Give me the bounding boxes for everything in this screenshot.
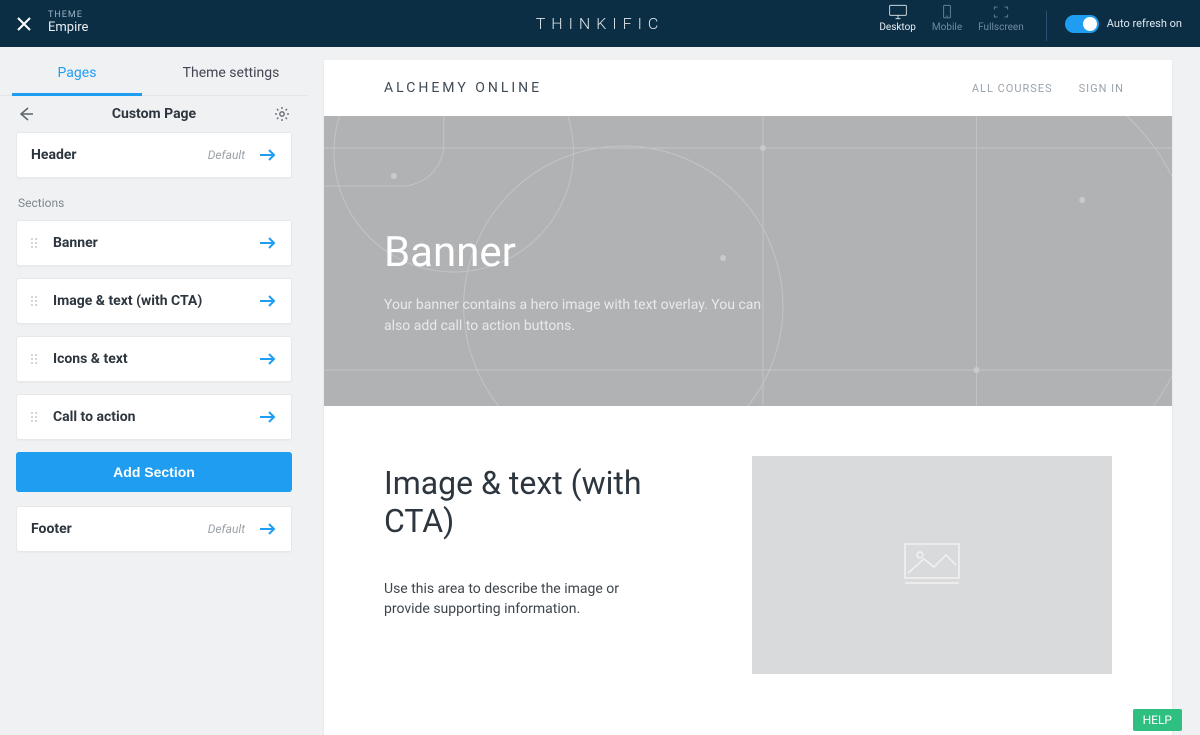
image-text-title: Image & text (with CTA): [384, 464, 712, 540]
footer-card-tag: Default: [208, 522, 245, 536]
page-title: Custom Page: [38, 106, 270, 122]
panel-body: Header Default Sections Banner Image & t…: [0, 132, 308, 568]
arrow-right-icon: [259, 294, 277, 308]
nav-sign-in[interactable]: SIGN IN: [1079, 82, 1124, 95]
tab-pages[interactable]: Pages: [0, 47, 154, 95]
header-card[interactable]: Header Default: [16, 132, 292, 178]
arrow-right-icon: [259, 410, 277, 424]
section-image-text-cta[interactable]: Image & text (with CTA): [16, 278, 292, 324]
device-desktop[interactable]: Desktop: [879, 4, 916, 33]
brand-logo: THINKIFIC: [536, 14, 665, 33]
drag-handle-icon[interactable]: [31, 296, 43, 306]
header-card-title: Header: [31, 147, 198, 163]
preview-site-name: ALCHEMY ONLINE: [384, 80, 542, 96]
arrow-right-icon: [259, 148, 277, 162]
section-icons-text[interactable]: Icons & text: [16, 336, 292, 382]
section-title: Icons & text: [53, 351, 249, 367]
device-desktop-label: Desktop: [879, 22, 916, 33]
gear-icon: [274, 106, 290, 122]
section-title: Image & text (with CTA): [53, 293, 249, 309]
device-mobile[interactable]: Mobile: [932, 4, 962, 33]
arrow-right-icon: [259, 236, 277, 250]
close-icon: [16, 16, 32, 32]
topbar-divider: [1046, 11, 1047, 41]
tab-theme-settings[interactable]: Theme settings: [154, 47, 308, 95]
section-title: Banner: [53, 235, 249, 251]
image-placeholder: [752, 456, 1112, 674]
section-banner[interactable]: Banner: [16, 220, 292, 266]
hero-title: Banner: [384, 228, 1112, 277]
left-panel: Pages Theme settings Custom Page Header …: [0, 47, 308, 735]
panel-tabs: Pages Theme settings: [0, 47, 308, 96]
auto-refresh-toggle[interactable]: [1065, 15, 1099, 33]
preview-nav: ALL COURSES SIGN IN: [972, 82, 1124, 95]
arrow-right-icon: [259, 522, 277, 536]
preview-site-header: ALCHEMY ONLINE ALL COURSES SIGN IN: [324, 60, 1172, 116]
help-button[interactable]: HELP: [1133, 709, 1182, 731]
back-button[interactable]: [14, 106, 38, 122]
image-text-body: Use this area to describe the image or p…: [384, 580, 664, 619]
preview-frame: ALCHEMY ONLINE ALL COURSES SIGN IN Banne…: [324, 60, 1172, 735]
fullscreen-icon: [991, 4, 1011, 20]
device-switcher: Desktop Mobile Fullscreen: [879, 0, 1064, 47]
close-button[interactable]: [0, 16, 48, 32]
page-header-row: Custom Page: [0, 96, 308, 132]
arrow-left-icon: [18, 106, 34, 122]
footer-card[interactable]: Footer Default: [16, 506, 292, 552]
nav-all-courses[interactable]: ALL COURSES: [972, 82, 1053, 95]
footer-card-title: Footer: [31, 521, 198, 537]
sections-label: Sections: [18, 196, 292, 210]
header-card-tag: Default: [208, 148, 245, 162]
theme-indicator[interactable]: THEME Empire: [48, 11, 88, 35]
device-fullscreen-label: Fullscreen: [978, 22, 1024, 33]
add-section-button[interactable]: Add Section: [16, 452, 292, 492]
page-settings-button[interactable]: [270, 106, 294, 122]
arrow-right-icon: [259, 352, 277, 366]
section-call-to-action[interactable]: Call to action: [16, 394, 292, 440]
drag-handle-icon[interactable]: [31, 354, 43, 364]
section-title: Call to action: [53, 409, 249, 425]
device-mobile-label: Mobile: [932, 22, 962, 33]
preview-banner-section: Banner Your banner contains a hero image…: [324, 116, 1172, 406]
mobile-icon: [937, 4, 957, 20]
hero-description: Your banner contains a hero image with t…: [384, 295, 764, 337]
device-fullscreen[interactable]: Fullscreen: [978, 4, 1024, 33]
auto-refresh-label: Auto refresh on: [1107, 17, 1182, 30]
top-bar: THEME Empire THINKIFIC Desktop Mobile Fu…: [0, 0, 1200, 47]
drag-handle-icon[interactable]: [31, 412, 43, 422]
image-placeholder-icon: [904, 543, 960, 587]
preview-image-text-section: Image & text (with CTA) Use this area to…: [324, 406, 1172, 724]
auto-refresh-toggle-wrap: Auto refresh on: [1065, 0, 1200, 47]
theme-name: Empire: [48, 21, 88, 35]
drag-handle-icon[interactable]: [31, 238, 43, 248]
desktop-icon: [888, 4, 908, 20]
